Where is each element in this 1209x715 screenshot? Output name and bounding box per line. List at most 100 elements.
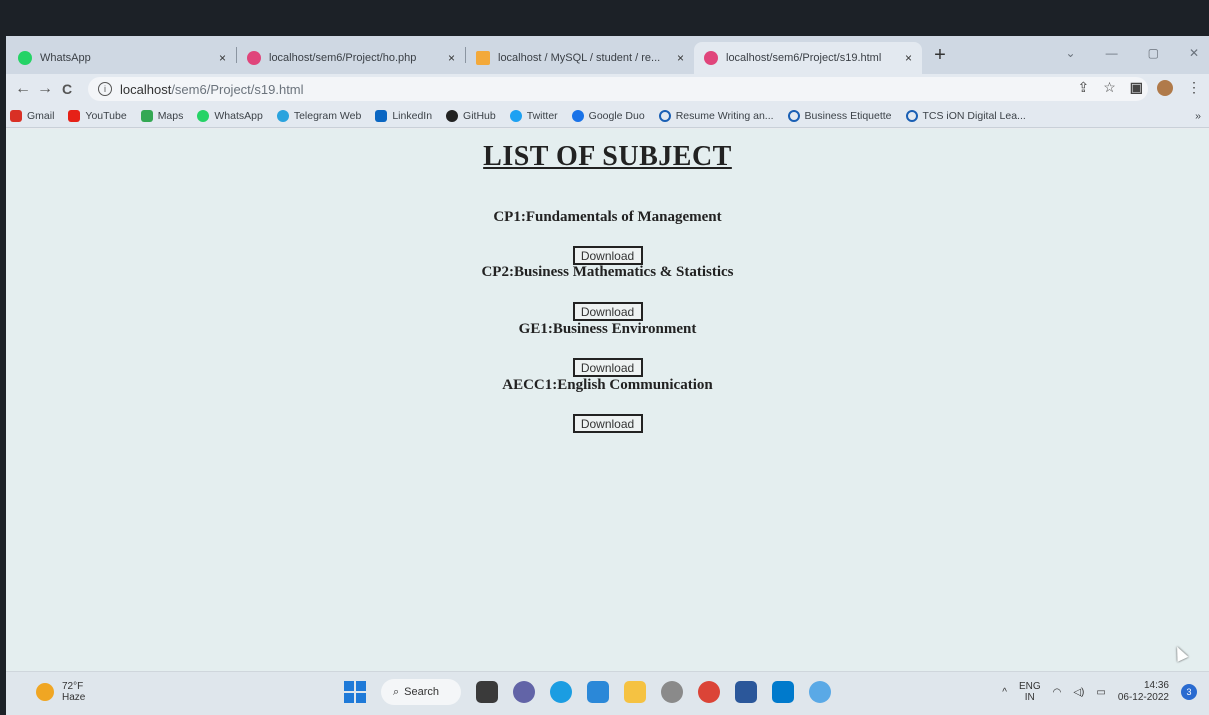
tab-phpmyadmin[interactable]: localhost / MySQL / student / re... × xyxy=(466,42,694,74)
bookmark-linkedin[interactable]: LinkedIn xyxy=(375,109,433,122)
power-icon xyxy=(658,109,671,122)
bookmark-label: Maps xyxy=(157,109,184,122)
twitter-icon xyxy=(509,109,522,122)
close-icon[interactable]: × xyxy=(677,51,684,65)
new-tab-button[interactable]: + xyxy=(926,41,954,69)
weather-widget[interactable]: 72°F Haze xyxy=(36,681,85,703)
clock-date: 06-12-2022 xyxy=(1117,692,1169,703)
site-info-icon[interactable]: i xyxy=(98,82,112,96)
wifi-icon[interactable]: ◠ xyxy=(1053,687,1062,698)
task-view-icon[interactable] xyxy=(476,681,498,703)
maximize-button[interactable]: ▢ xyxy=(1148,46,1159,60)
close-icon[interactable]: × xyxy=(905,51,912,65)
bookmark-github[interactable]: GitHub xyxy=(446,109,496,122)
github-icon xyxy=(446,109,459,122)
chrome-icon[interactable] xyxy=(698,681,720,703)
close-window-button[interactable]: ✕ xyxy=(1189,46,1199,60)
download-button[interactable]: Download xyxy=(572,246,643,265)
share-icon[interactable]: ⇪ xyxy=(1077,79,1089,96)
battery-icon[interactable]: ▭ xyxy=(1096,687,1105,698)
chevron-up-icon[interactable]: ^ xyxy=(1002,687,1007,698)
teams-icon[interactable] xyxy=(513,681,535,703)
start-button[interactable] xyxy=(344,681,366,703)
bookmark-label: Twitter xyxy=(526,109,558,122)
bookmark-label: LinkedIn xyxy=(392,109,433,122)
download-button[interactable]: Download xyxy=(572,302,643,321)
notification-badge[interactable]: 3 xyxy=(1181,684,1197,700)
maps-icon xyxy=(140,109,153,122)
download-button[interactable]: Download xyxy=(572,414,643,433)
window-controls: ⌄ — ▢ ✕ xyxy=(1066,36,1209,70)
bookmark-tcs[interactable]: TCS iON Digital Lea... xyxy=(905,109,1026,122)
bookmark-maps[interactable]: Maps xyxy=(140,109,184,122)
taskbar-search[interactable]: ⌕ Search xyxy=(381,679,461,705)
download-button[interactable]: Download xyxy=(572,358,643,377)
localhost-icon xyxy=(704,51,718,65)
toolbar-actions: ⇪ ☆ ▣ ⋮ xyxy=(1077,79,1201,96)
weather-desc: Haze xyxy=(62,692,86,703)
page-title: LIST OF SUBJECT xyxy=(483,141,732,172)
search-label: Search xyxy=(404,686,440,698)
tab-search-icon[interactable]: ⌄ xyxy=(1066,46,1076,60)
bookmark-label: TCS iON Digital Lea... xyxy=(922,109,1026,122)
bookmarks-overflow[interactable]: » xyxy=(1195,110,1201,122)
tab-whatsapp[interactable]: WhatsApp × xyxy=(8,42,236,74)
address-bar[interactable]: i localhost/sem6/Project/s19.html xyxy=(88,77,1148,101)
forward-button[interactable]: → xyxy=(34,80,56,98)
bookmark-whatsapp[interactable]: WhatsApp xyxy=(197,109,263,122)
sidepanel-icon[interactable]: ▣ xyxy=(1130,79,1143,96)
whatsapp-icon xyxy=(197,109,210,122)
bookmark-label: Gmail xyxy=(27,109,55,122)
tab-ho-php[interactable]: localhost/sem6/Project/ho.php × xyxy=(237,42,465,74)
bookmark-resume[interactable]: Resume Writing an... xyxy=(658,109,774,122)
star-icon[interactable]: ☆ xyxy=(1103,79,1116,96)
gmail-icon xyxy=(10,109,22,122)
menu-icon[interactable]: ⋮ xyxy=(1187,79,1201,96)
lang-top: ENG xyxy=(1018,681,1041,692)
subject-title: CP1:Fundamentals of Management xyxy=(493,209,722,225)
volume-icon[interactable]: ◁) xyxy=(1073,687,1084,698)
bookmark-etiquette[interactable]: Business Etiquette xyxy=(787,109,892,122)
subject-title: GE1:Business Environment xyxy=(518,321,697,337)
back-button[interactable]: ← xyxy=(12,80,34,98)
whatsapp-icon xyxy=(18,51,32,65)
bookmark-label: WhatsApp xyxy=(214,109,263,122)
vscode-icon[interactable] xyxy=(772,681,794,703)
tab-title: WhatsApp xyxy=(40,52,91,64)
phpmyadmin-icon xyxy=(476,51,490,65)
dell-icon[interactable] xyxy=(661,681,683,703)
reload-button[interactable]: C xyxy=(56,81,78,97)
minimize-button[interactable]: — xyxy=(1106,46,1118,60)
bookmark-label: Resume Writing an... xyxy=(675,109,774,122)
word-icon[interactable] xyxy=(735,681,757,703)
subject-title: CP2:Business Mathematics & Statistics xyxy=(481,264,734,280)
browser-toolbar: ← → C i localhost/sem6/Project/s19.html … xyxy=(6,74,1209,104)
folder-icon[interactable] xyxy=(624,681,646,703)
linkedin-icon xyxy=(375,109,388,122)
bookmark-youtube[interactable]: YouTube xyxy=(68,109,127,122)
store-icon[interactable] xyxy=(587,681,609,703)
profile-icon[interactable] xyxy=(1157,79,1173,96)
power-icon xyxy=(787,109,800,122)
bookmark-label: GitHub xyxy=(463,109,496,122)
search-icon: ⌕ xyxy=(393,685,400,698)
youtube-icon xyxy=(68,109,81,122)
telegram-icon xyxy=(276,109,289,122)
taskbar: 72°F Haze ⌕ Search ^ ENG IN ◠ ◁) ▭ 14:36… xyxy=(6,671,1209,715)
bookmark-gmail[interactable]: Gmail xyxy=(10,109,55,122)
tab-title: localhost/sem6/Project/s19.html xyxy=(726,52,882,64)
bookmark-google-duo[interactable]: Google Duo xyxy=(571,109,645,122)
edge-icon[interactable] xyxy=(550,681,572,703)
close-icon[interactable]: × xyxy=(219,51,226,65)
close-icon[interactable]: × xyxy=(448,51,455,65)
url-path: /sem6/Project/s19.html xyxy=(171,81,304,97)
clock[interactable]: 14:36 06-12-2022 xyxy=(1118,680,1169,704)
language-indicator[interactable]: ENG IN xyxy=(1019,681,1041,703)
bookmark-label: YouTube xyxy=(85,109,127,122)
url-host: localhost xyxy=(120,81,172,97)
tab-s19-html[interactable]: localhost/sem6/Project/s19.html × xyxy=(694,42,922,74)
tab-strip: WhatsApp × localhost/sem6/Project/ho.php… xyxy=(6,36,1209,74)
paint-icon[interactable] xyxy=(809,681,831,703)
bookmark-twitter[interactable]: Twitter xyxy=(509,109,558,122)
bookmark-telegram[interactable]: Telegram Web xyxy=(276,109,361,122)
